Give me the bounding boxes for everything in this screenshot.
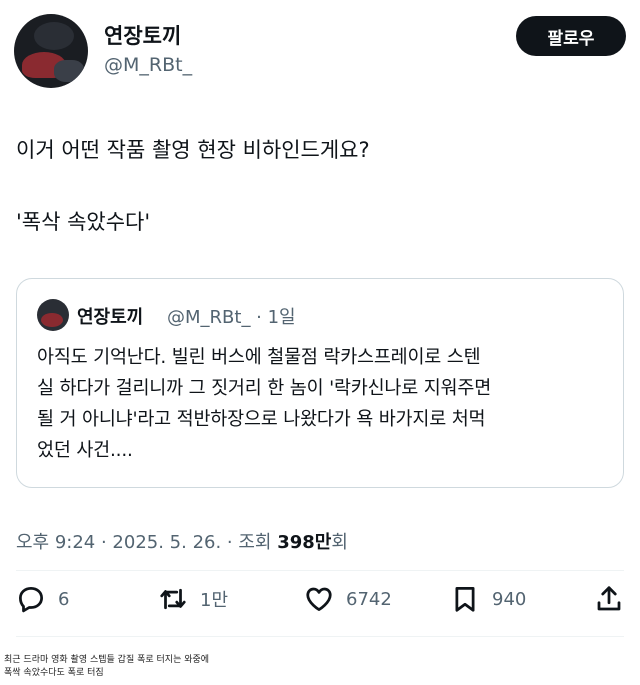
- quote-text-line: 었던 사건....: [37, 440, 133, 461]
- quote-text-line: 될 거 아니냐'라고 적반하장으로 나왔다가 욕 바가지로 처먹: [37, 409, 486, 430]
- heart-icon: [306, 587, 332, 611]
- retweet-count: 1만: [200, 590, 229, 611]
- bookmark-count: 940: [492, 588, 527, 610]
- caption-line-1: 최근 드라마 영화 촬영 스텝들 갑질 폭로 터지는 와중에: [4, 655, 210, 665]
- timestamp[interactable]: 오후 9:24 · 2025. 5. 26. · 조회: [16, 532, 277, 553]
- like-count: 6742: [346, 588, 392, 610]
- bookmark-icon: [455, 587, 475, 612]
- share-button[interactable]: [594, 584, 636, 614]
- view-suffix: 회: [331, 532, 348, 553]
- bookmark-button[interactable]: 940: [450, 584, 526, 614]
- quote-avatar: [37, 299, 69, 331]
- divider: [16, 570, 624, 571]
- share-icon: [597, 586, 621, 611]
- quote-author-name: 연장토끼: [77, 307, 144, 328]
- author-name[interactable]: 연장토끼: [104, 20, 181, 50]
- retweet-icon: [160, 588, 186, 610]
- retweet-button[interactable]: 1만: [158, 584, 228, 614]
- follow-button[interactable]: 팔로우: [516, 16, 626, 56]
- reply-button[interactable]: 6: [16, 584, 69, 614]
- reply-count: 6: [58, 588, 70, 610]
- reply-icon: [19, 587, 43, 613]
- tweet-meta: 오후 9:24 · 2025. 5. 26. · 조회 398만회: [16, 528, 348, 554]
- author-avatar[interactable]: [14, 14, 88, 88]
- caption-line-2: 폭싹 속았수다도 폭로 터짐: [4, 668, 104, 678]
- quoted-tweet[interactable]: 연장토끼 @M_RBt_ · 1일 아직도 기억난다. 빌린 버스에 철물점 락…: [16, 278, 624, 488]
- divider: [16, 636, 624, 637]
- tweet-text-line-1: 이거 어떤 작품 촬영 현장 비하인드게요?: [16, 138, 370, 162]
- quote-text-line: 아직도 기억난다. 빌린 버스에 철물점 락카스프레이로 스텐: [37, 347, 481, 368]
- author-handle[interactable]: @M_RBt_: [104, 54, 192, 76]
- quote-handle-time: @M_RBt_ · 1일: [167, 307, 296, 328]
- view-count: 398만: [277, 532, 332, 553]
- quote-text-line: 실 하다가 걸리니까 그 짓거리 한 놈이 '락카신나로 지워주면: [37, 378, 492, 399]
- tweet-text-line-2: '폭삭 속았수다': [16, 210, 151, 234]
- like-button[interactable]: 6742: [304, 584, 392, 614]
